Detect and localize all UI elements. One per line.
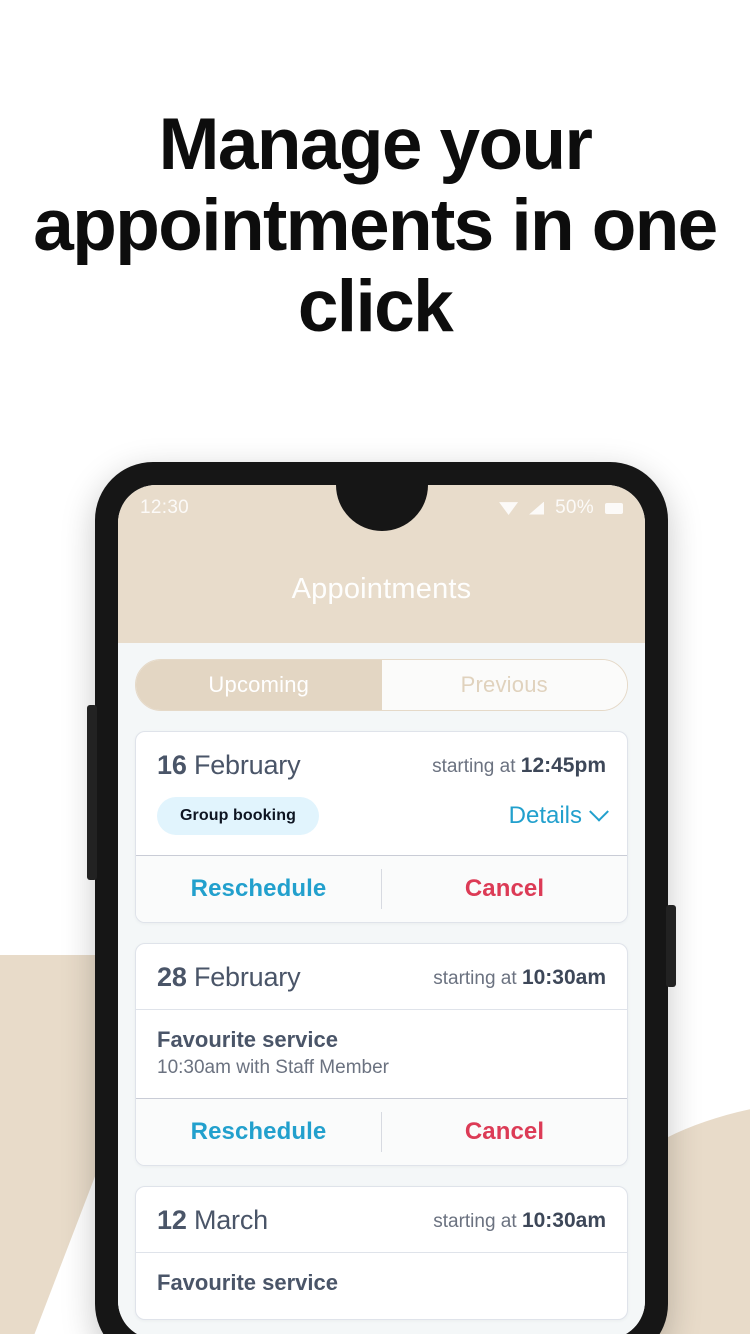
appointment-service: Favourite service [136,1252,627,1319]
volume-button[interactable] [87,705,97,880]
start-time: 10:30am [521,1208,606,1232]
reschedule-button[interactable]: Reschedule [136,856,381,922]
promo-screenshot: Manage your appointments in one click 12… [0,0,750,1334]
cancel-button[interactable]: Cancel [382,1099,627,1165]
appointment-month: March [193,1205,268,1235]
tab-previous-label: Previous [460,672,548,697]
appointment-card[interactable]: 16 February starting at 12:45pm Group bo… [135,731,628,923]
start-time: 10:30am [521,965,606,989]
app-header: 12:30 50% Appointments [118,485,645,643]
starting-label: starting at [432,755,516,777]
signal-icon [529,501,545,515]
details-label: Details [508,802,582,829]
service-meta: 10:30am with Staff Member [157,1057,389,1078]
appointment-start: starting at 10:30am [433,1209,606,1233]
reschedule-button[interactable]: Reschedule [136,1099,381,1165]
status-badge: Group booking [157,797,319,835]
appointment-date: 16 February [157,750,301,781]
reschedule-label: Reschedule [190,1118,327,1145]
app-body: Upcoming Previous 16 February starting a… [118,643,645,1334]
cancel-button[interactable]: Cancel [382,856,627,922]
appointment-card[interactable]: 12 March starting at 10:30am Favourite s… [135,1186,628,1320]
service-name: Favourite service [157,1027,338,1052]
tab-upcoming[interactable]: Upcoming [136,660,382,710]
status-time: 12:30 [140,497,190,518]
battery-percent-label: 50% [555,497,594,518]
appointment-header: 28 February starting at 10:30am [136,944,627,1009]
appointment-day: 16 [157,750,187,780]
appointment-month: February [193,962,301,992]
phone-screen: 12:30 50% Appointments Upcoming Previous… [118,485,645,1334]
cancel-label: Cancel [464,875,545,902]
appointment-date: 12 March [157,1205,268,1236]
appointment-month: February [193,750,301,780]
battery-icon [605,502,623,514]
app-title: Appointments [291,573,472,605]
appointment-day: 28 [157,962,187,992]
appointment-start: starting at 10:30am [433,966,606,990]
power-button[interactable] [666,905,676,987]
tab-upcoming-label: Upcoming [208,672,310,697]
appointment-date: 28 February [157,962,301,993]
reschedule-label: Reschedule [190,875,327,902]
chevron-down-icon [589,801,609,822]
appointment-service: Favourite service 10:30am with Staff Mem… [136,1009,627,1098]
cancel-label: Cancel [464,1118,545,1145]
wifi-icon [499,502,519,515]
appointment-header: 12 March starting at 10:30am [136,1187,627,1252]
phone-mockup: 12:30 50% Appointments Upcoming Previous… [87,462,676,1334]
start-time: 12:45pm [520,753,606,777]
appointment-actions: Reschedule Cancel [136,855,627,922]
appointment-list: 16 February starting at 12:45pm Group bo… [135,731,628,1320]
appointment-start: starting at 12:45pm [432,754,606,778]
service-name: Favourite service [157,1270,338,1295]
status-bar: 12:30 50% [118,485,645,531]
appointment-day: 12 [157,1205,187,1235]
tab-bar: Upcoming Previous [135,659,628,711]
appointment-header: 16 February starting at 12:45pm [136,732,627,797]
starting-label: starting at [433,1210,517,1232]
details-button[interactable]: Details [508,801,609,830]
appointment-meta-row: Group booking Details [136,797,627,855]
tab-previous[interactable]: Previous [381,660,627,710]
appointment-actions: Reschedule Cancel [136,1098,627,1165]
status-indicators: 50% [499,497,623,519]
page-title: Manage your appointments in one click [33,104,718,347]
starting-label: starting at [433,967,517,989]
appointment-card[interactable]: 28 February starting at 10:30am Favourit… [135,943,628,1166]
